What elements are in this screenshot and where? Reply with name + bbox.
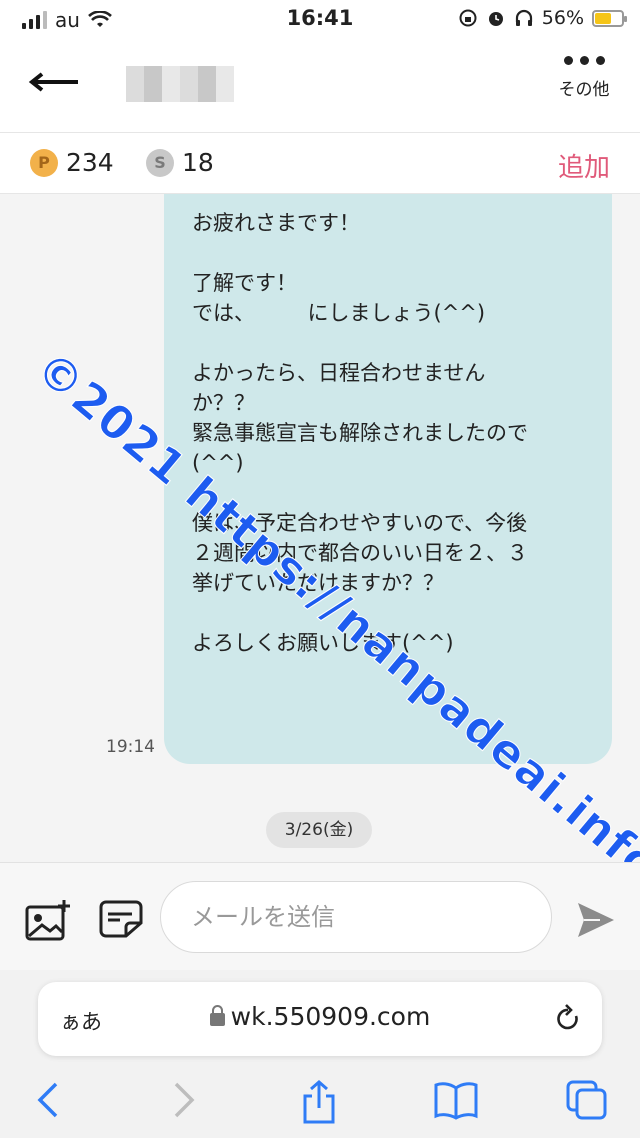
status-bar: au 16:41 56% [0,0,640,36]
battery-percent: 56% [541,7,584,29]
headphones-icon [515,9,532,26]
p-points: P 234 [30,148,114,177]
address-bar[interactable]: ぁあ wk.550909.com [38,982,602,1056]
s-coin-icon: S [146,148,174,177]
chevron-right-icon [174,1082,195,1118]
reload-icon [557,1004,578,1030]
url-display: wk.550909.com [38,1002,602,1031]
attach-image-button[interactable] [24,899,72,947]
compose-bar [0,862,640,970]
sticker-button[interactable] [98,899,144,943]
send-button[interactable] [576,901,616,943]
browser-forward-button[interactable] [170,1080,198,1124]
s-points: S 18 [146,148,214,177]
bookmarks-button[interactable] [434,1080,478,1124]
date-separator: 3/26(金) [266,812,372,848]
lock-icon [209,1005,225,1026]
message-time: 19:14 [106,737,155,757]
status-right: 56% [458,7,627,29]
contact-name-redacted [126,66,234,102]
back-button[interactable] [28,62,82,102]
more-dots-icon [552,56,616,65]
p-coin-icon: P [30,148,58,177]
p-points-value: 234 [66,148,114,177]
s-points-value: 18 [182,148,214,177]
chevron-left-icon [37,1082,58,1118]
image-add-icon [25,900,70,941]
book-icon [434,1082,478,1120]
points-bar: P 234 S 18 追加 [0,132,640,194]
reload-button[interactable] [554,1004,582,1038]
browser-back-button[interactable] [34,1080,62,1124]
rotation-lock-icon [459,9,477,27]
arrow-left-icon [28,72,78,92]
send-icon [578,903,614,937]
message-input-wrap [160,881,552,953]
more-label: その他 [558,80,610,100]
chat-area[interactable]: お疲れさまです！ 了解です！ では、 にしましょう(^^) よかったら、日程合わ… [0,194,640,862]
chat-header: その他 [0,36,640,132]
message-text: お疲れさまです！ 了解です！ では、 にしましょう(^^) よかったら、日程合わ… [192,211,528,655]
browser-toolbar: ぁあ wk.550909.com [0,970,640,1138]
message-input[interactable] [161,882,551,952]
url-text: wk.550909.com [230,1002,431,1031]
message-bubble: お疲れさまです！ 了解です！ では、 にしましょう(^^) よかったら、日程合わ… [164,194,612,764]
alarm-icon [488,12,503,26]
tabs-button[interactable] [566,1080,608,1124]
share-button[interactable] [300,1080,338,1128]
battery-icon [592,9,627,27]
tabs-icon [566,1080,607,1120]
sticker-icon [99,900,143,938]
share-icon [303,1080,335,1124]
more-button[interactable]: その他 [552,56,616,100]
add-points-button[interactable]: 追加 [558,147,610,184]
